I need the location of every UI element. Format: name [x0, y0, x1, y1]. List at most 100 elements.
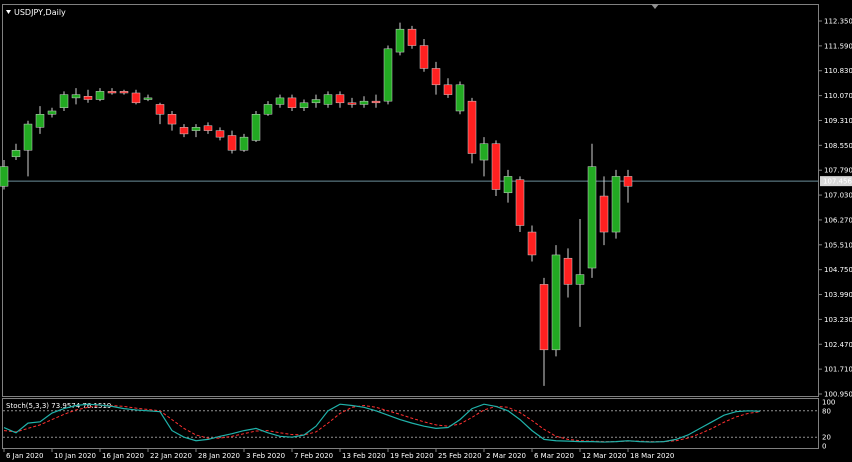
- price-axis-label: 107.030: [824, 192, 852, 200]
- price-axis-label: 103.990: [824, 291, 852, 299]
- price-axis-label: 100.950: [824, 391, 852, 399]
- bull-candle-body: [479, 143, 489, 161]
- bull-candle-body: [311, 99, 321, 104]
- date-axis-label: 6 Jan 2020: [6, 452, 44, 460]
- price-axis-label: 108.550: [824, 142, 852, 150]
- bull-candle-body: [263, 104, 273, 115]
- bear-candle-body: [623, 176, 633, 187]
- price-axis-label: 106.270: [824, 216, 852, 224]
- bear-candle-body: [347, 102, 357, 105]
- bull-candle-body: [275, 97, 285, 105]
- bull-candle-body: [551, 254, 561, 351]
- date-axis-label: 12 Mar 2020: [582, 452, 626, 460]
- bear-candle-body: [179, 127, 189, 135]
- chart-window[interactable]: USDJPY,Daily 112.350 111.590 110.830 110.07…: [0, 0, 852, 462]
- price-axis-label: 111.590: [824, 42, 852, 50]
- bear-candle-body: [527, 231, 537, 256]
- price-axis-label: 110.830: [824, 67, 852, 75]
- bear-candle-body: [155, 104, 165, 115]
- bull-candle-body: [0, 166, 9, 187]
- candle[interactable]: [455, 81, 465, 115]
- bear-candle-body: [83, 96, 93, 100]
- bull-candle-body: [95, 91, 105, 100]
- candle[interactable]: [515, 176, 525, 233]
- bear-candle-body: [407, 28, 417, 46]
- bull-candle-body: [323, 94, 333, 105]
- bull-candle-body: [383, 48, 393, 102]
- price-axis-label: 102.470: [824, 341, 852, 349]
- stochastic-level-label: 100: [822, 399, 835, 407]
- date-axis-label: 2 Mar 2020: [486, 452, 526, 460]
- date-axis-label: 18 Mar 2020: [630, 452, 674, 460]
- bear-candle-body: [431, 68, 441, 86]
- symbol-label: USDJPY,Daily: [14, 8, 66, 17]
- bear-candle-body: [563, 257, 573, 285]
- bull-candle-body: [251, 114, 261, 141]
- date-axis-label: 3 Feb 2020: [246, 452, 285, 460]
- price-axis-label: 105.510: [824, 241, 852, 249]
- chart-background: [0, 0, 852, 462]
- date-axis-label: 6 Mar 2020: [534, 452, 574, 460]
- bear-candle-body: [215, 130, 225, 138]
- bear-candle-body: [335, 94, 345, 104]
- bull-candle-body: [587, 166, 597, 269]
- bull-candle-body: [455, 84, 465, 112]
- bear-candle-body: [443, 84, 453, 95]
- current-price-label: 107.456: [823, 178, 852, 186]
- date-axis-label: 25 Feb 2020: [438, 452, 482, 460]
- date-axis-label: 28 Jan 2020: [198, 452, 240, 460]
- bull-candle-body: [239, 136, 249, 151]
- bull-candle-body: [143, 97, 153, 100]
- bull-candle-body: [359, 100, 369, 105]
- candle[interactable]: [491, 140, 501, 197]
- bear-candle-body: [119, 91, 129, 94]
- price-axis-label: 112.350: [824, 18, 852, 26]
- bull-candle-body: [11, 149, 21, 158]
- date-axis-label: 13 Feb 2020: [342, 452, 386, 460]
- bear-candle-body: [539, 284, 549, 351]
- candle[interactable]: [611, 169, 621, 239]
- symbol-header[interactable]: USDJPY,Daily: [6, 8, 66, 17]
- price-axis-label: 110.070: [824, 92, 852, 100]
- price-axis-label: 109.310: [824, 117, 852, 125]
- stochastic-level-label: 20: [822, 434, 831, 442]
- bull-candle-body: [71, 94, 81, 99]
- candle[interactable]: [551, 245, 561, 357]
- date-axis-label: 7 Feb 2020: [294, 452, 333, 460]
- bear-candle-body: [287, 97, 297, 108]
- bear-candle-body: [515, 179, 525, 226]
- date-axis-label: 16 Jan 2020: [102, 452, 144, 460]
- bear-candle-body: [491, 143, 501, 190]
- bull-candle-body: [503, 176, 513, 194]
- bull-candle-body: [575, 274, 585, 285]
- bull-candle-body: [59, 94, 69, 108]
- bear-candle-body: [467, 100, 477, 154]
- price-axis-label: 103.230: [824, 316, 852, 324]
- bear-candle-body: [167, 114, 177, 125]
- bull-candle-body: [395, 28, 405, 53]
- bull-candle-body: [23, 123, 33, 151]
- date-axis-label: 19 Feb 2020: [390, 452, 434, 460]
- bear-candle-body: [227, 135, 237, 151]
- bear-candle-body: [203, 125, 213, 131]
- price-axis-label: 101.710: [824, 366, 852, 374]
- bull-candle-body: [35, 114, 45, 128]
- stochastic-level-label: 80: [822, 407, 831, 415]
- bear-candle-body: [419, 45, 429, 69]
- bull-candle-body: [47, 110, 57, 115]
- candle[interactable]: [407, 25, 417, 49]
- stochastic-level-label: 0: [822, 443, 826, 451]
- candle[interactable]: [383, 45, 393, 105]
- bull-candle-body: [611, 176, 621, 233]
- candle[interactable]: [467, 97, 477, 164]
- bull-candle-body: [299, 102, 309, 108]
- candle[interactable]: [251, 110, 261, 143]
- bull-candle-body: [191, 127, 201, 131]
- bear-candle-body: [599, 195, 609, 233]
- bear-candle-body: [371, 100, 381, 104]
- current-price-badge: 107.456: [820, 176, 852, 187]
- bear-candle-body: [107, 91, 117, 94]
- date-axis-label: 22 Jan 2020: [150, 452, 192, 460]
- bear-candle-body: [131, 92, 141, 104]
- date-axis-label: 10 Jan 2020: [54, 452, 96, 460]
